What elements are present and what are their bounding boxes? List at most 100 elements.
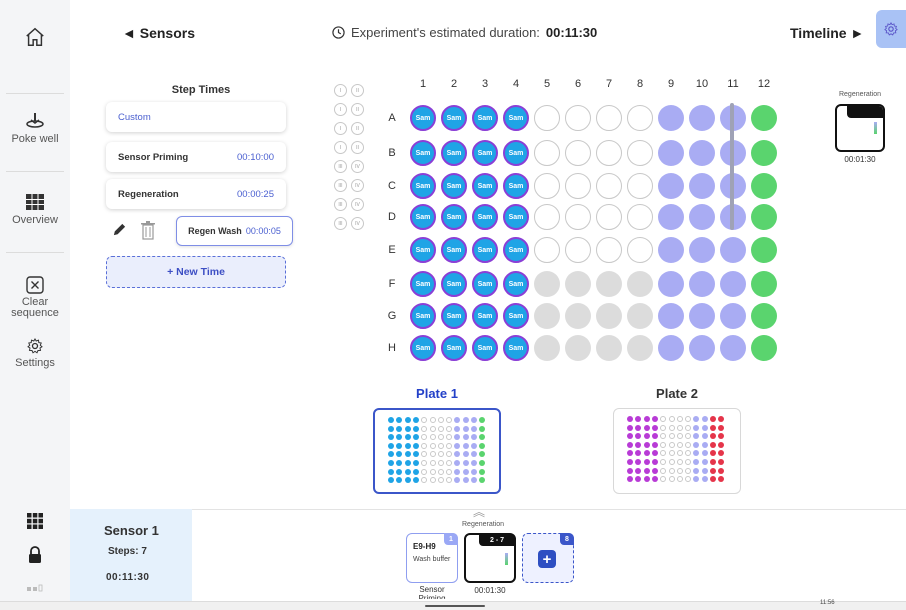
quadrant-selector[interactable]: II [351,141,364,154]
timeline-link[interactable]: Timeline ► [790,25,864,41]
well-F6[interactable] [565,271,591,297]
apps-button[interactable] [0,512,70,533]
well-H3[interactable]: Sam [472,335,498,361]
lock-button[interactable] [0,546,70,567]
well-E1[interactable]: Sam [410,237,436,263]
quadrant-selector[interactable]: III [334,179,347,192]
quadrant-selector[interactable]: I [334,122,347,135]
well-F5[interactable] [534,271,560,297]
quadrant-selector[interactable]: III [334,198,347,211]
quadrant-selector[interactable]: III [334,160,347,173]
well-E4[interactable]: Sam [503,237,529,263]
sidebar-item-overview[interactable]: Overview [0,193,70,226]
well-G6[interactable] [565,303,591,329]
quadrant-selector[interactable]: II [351,84,364,97]
well-A3[interactable]: Sam [472,105,498,131]
well-G12[interactable] [751,303,777,329]
well-F4[interactable]: Sam [503,271,529,297]
quadrant-selector[interactable]: I [334,141,347,154]
well-G7[interactable] [596,303,622,329]
well-E12[interactable] [751,237,777,263]
well-D12[interactable] [751,204,777,230]
step-regen-wash[interactable]: Regen Wash 00:00:05 [176,216,293,246]
well-D1[interactable]: Sam [410,204,436,230]
well-C9[interactable] [658,173,684,199]
home-button[interactable] [0,26,70,51]
sidebar-item-clear-sequence[interactable]: Clear sequence [0,276,70,319]
well-B7[interactable] [596,140,622,166]
quadrant-selector[interactable]: IV [351,217,364,230]
new-time-button[interactable]: + New Time [106,256,286,288]
well-H7[interactable] [596,335,622,361]
step-regeneration[interactable]: Regeneration 00:00:25 [106,179,286,209]
well-A4[interactable]: Sam [503,105,529,131]
well-D9[interactable] [658,204,684,230]
well-F9[interactable] [658,271,684,297]
well-B10[interactable] [689,140,715,166]
well-C3[interactable]: Sam [472,173,498,199]
plate-1-thumbnail[interactable] [373,408,501,494]
well-H9[interactable] [658,335,684,361]
settings-button[interactable] [876,10,906,48]
sequence-card-2[interactable]: 2 - 7 [464,533,516,583]
back-to-sensors-link[interactable]: ◄ Sensors [122,25,195,41]
well-F12[interactable] [751,271,777,297]
well-C12[interactable] [751,173,777,199]
well-F3[interactable]: Sam [472,271,498,297]
well-D6[interactable] [565,204,591,230]
well-B1[interactable]: Sam [410,140,436,166]
well-F1[interactable]: Sam [410,271,436,297]
plate-2-thumbnail[interactable] [613,408,741,494]
well-C5[interactable] [534,173,560,199]
well-B6[interactable] [565,140,591,166]
well-G11[interactable] [720,303,746,329]
well-A9[interactable] [658,105,684,131]
sidebar-item-settings[interactable]: Settings [0,338,70,369]
well-C10[interactable] [689,173,715,199]
well-A1[interactable]: Sam [410,105,436,131]
well-E2[interactable]: Sam [441,237,467,263]
quadrant-selector[interactable]: II [351,103,364,116]
well-G3[interactable]: Sam [472,303,498,329]
well-F7[interactable] [596,271,622,297]
well-A8[interactable] [627,105,653,131]
sequence-card-1[interactable]: 1 E9-H9 Wash buffer [406,533,458,583]
regeneration-thumbnail[interactable] [835,104,885,152]
well-E6[interactable] [565,237,591,263]
well-B9[interactable] [658,140,684,166]
well-H8[interactable] [627,335,653,361]
well-H12[interactable] [751,335,777,361]
well-G4[interactable]: Sam [503,303,529,329]
well-H10[interactable] [689,335,715,361]
well-D3[interactable]: Sam [472,204,498,230]
well-F2[interactable]: Sam [441,271,467,297]
well-H1[interactable]: Sam [410,335,436,361]
well-C8[interactable] [627,173,653,199]
well-A5[interactable] [534,105,560,131]
well-C6[interactable] [565,173,591,199]
well-F11[interactable] [720,271,746,297]
well-H5[interactable] [534,335,560,361]
well-F10[interactable] [689,271,715,297]
quadrant-selector[interactable]: IV [351,160,364,173]
well-D5[interactable] [534,204,560,230]
sidebar-item-poke-well[interactable]: Poke well [0,112,70,145]
well-H6[interactable] [565,335,591,361]
well-G9[interactable] [658,303,684,329]
well-H11[interactable] [720,335,746,361]
well-E5[interactable] [534,237,560,263]
well-E9[interactable] [658,237,684,263]
step-sensor-priming[interactable]: Sensor Priming 00:10:00 [106,142,286,172]
well-G1[interactable]: Sam [410,303,436,329]
well-D7[interactable] [596,204,622,230]
well-A12[interactable] [751,105,777,131]
well-D2[interactable]: Sam [441,204,467,230]
well-G2[interactable]: Sam [441,303,467,329]
well-B8[interactable] [627,140,653,166]
well-B2[interactable]: Sam [441,140,467,166]
well-G5[interactable] [534,303,560,329]
well-A6[interactable] [565,105,591,131]
edit-step-button[interactable] [112,222,127,242]
well-D8[interactable] [627,204,653,230]
well-B4[interactable]: Sam [503,140,529,166]
